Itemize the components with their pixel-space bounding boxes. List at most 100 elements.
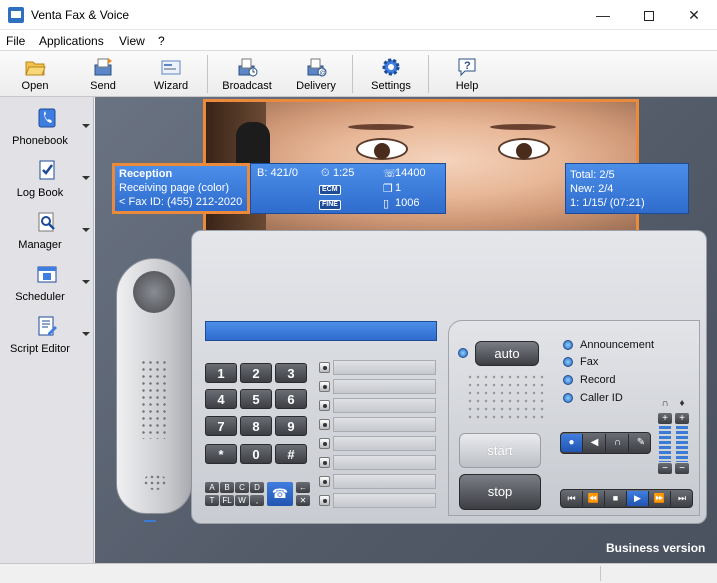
stop-button[interactable]: stop <box>459 474 541 510</box>
key-2[interactable]: 2 <box>240 363 272 383</box>
new-messages: New: 2/4 <box>570 183 614 195</box>
fax-led[interactable] <box>563 357 573 367</box>
dial-phone-button[interactable]: ☎ <box>267 482 293 506</box>
fkey-a[interactable]: A <box>205 482 219 493</box>
record-label: Record <box>580 374 616 386</box>
menu-applications[interactable]: Applications <box>39 34 104 48</box>
speaker-volume-up[interactable]: + <box>658 413 672 424</box>
memory-slot-row <box>319 492 437 509</box>
caller-id-label: Caller ID <box>580 392 623 404</box>
memory-button[interactable] <box>319 400 330 411</box>
gear-icon <box>380 56 402 78</box>
skip-back-button[interactable]: ⏮ <box>561 491 583 506</box>
memory-button[interactable] <box>319 476 330 487</box>
wizard-button[interactable]: Wizard <box>148 53 194 95</box>
fkey-d[interactable]: D <box>250 482 264 493</box>
headset-button[interactable]: ∩ <box>607 434 629 452</box>
chevron-down-icon[interactable] <box>82 280 90 284</box>
rewind-button[interactable]: ⏪ <box>583 491 605 506</box>
memory-button[interactable] <box>319 419 330 430</box>
chevron-down-icon[interactable] <box>82 332 90 336</box>
key-4[interactable]: 4 <box>205 389 237 409</box>
play-button[interactable]: ▶ <box>627 491 649 506</box>
key-3[interactable]: 3 <box>275 363 307 383</box>
fast-forward-button[interactable]: ⏩ <box>649 491 671 506</box>
open-button[interactable]: Open <box>12 53 58 95</box>
memory-slot[interactable] <box>333 493 436 508</box>
menu-view[interactable]: View <box>119 34 145 48</box>
help-button[interactable]: ? Help <box>446 53 488 95</box>
menu-help[interactable]: ? <box>158 34 165 48</box>
mute-mic-button[interactable]: ✎ <box>630 434 652 452</box>
memory-slot[interactable] <box>333 455 436 470</box>
key-1[interactable]: 1 <box>205 363 237 383</box>
clear-button[interactable]: ✕ <box>296 495 310 506</box>
toolbar-separator <box>207 55 208 93</box>
auto-button[interactable]: auto <box>475 341 539 366</box>
key-7[interactable]: 7 <box>205 416 237 436</box>
handset[interactable] <box>116 258 192 523</box>
speaker-volume-down[interactable]: − <box>658 463 672 474</box>
start-button[interactable]: start <box>459 433 541 468</box>
send-button[interactable]: Send <box>80 53 126 95</box>
scheduler-calendar-icon <box>36 263 58 285</box>
delivery-button[interactable]: @ Delivery <box>292 53 340 95</box>
stop-playback-button[interactable]: ■ <box>605 491 627 506</box>
settings-button[interactable]: Settings <box>366 53 416 95</box>
minimize-button[interactable]: — <box>580 0 626 30</box>
memory-slot[interactable] <box>333 417 436 432</box>
speaker-button[interactable]: ◀ <box>584 434 606 452</box>
caller-id-led[interactable] <box>563 393 573 403</box>
key-5[interactable]: 5 <box>240 389 272 409</box>
fkey-comma[interactable]: , <box>250 495 264 506</box>
fkey-t[interactable]: T <box>205 495 219 506</box>
key-6[interactable]: 6 <box>275 389 307 409</box>
chevron-down-icon[interactable] <box>82 228 90 232</box>
fkey-b[interactable]: B <box>220 482 234 493</box>
sidebar-item-script-editor[interactable]: Script Editor <box>0 307 94 359</box>
memory-button[interactable] <box>319 495 330 506</box>
maximize-icon <box>644 11 654 22</box>
chevron-down-icon[interactable] <box>82 176 90 180</box>
fkey-w[interactable]: W <box>235 495 249 506</box>
number-entry-display[interactable] <box>205 321 437 341</box>
sidebar-item-scheduler[interactable]: Scheduler <box>0 255 94 307</box>
memory-button[interactable] <box>319 457 330 468</box>
record-led[interactable] <box>563 375 573 385</box>
handset-body[interactable] <box>116 258 192 514</box>
key-star[interactable]: * <box>205 444 237 464</box>
skip-forward-button[interactable]: ⏭ <box>671 491 693 506</box>
memory-button[interactable] <box>319 438 330 449</box>
status-divider <box>600 566 601 581</box>
memory-slot[interactable] <box>333 360 436 375</box>
memory-button[interactable] <box>319 381 330 392</box>
close-button[interactable]: ✕ <box>671 0 717 30</box>
backspace-button[interactable]: ← <box>296 482 310 493</box>
record-dot-button[interactable]: ● <box>561 434 583 452</box>
memory-button[interactable] <box>319 362 330 373</box>
fkey-c[interactable]: C <box>235 482 249 493</box>
memory-slot[interactable] <box>333 474 436 489</box>
key-hash[interactable]: # <box>275 444 307 464</box>
script-editor-icon <box>36 315 58 337</box>
toolbar-separator <box>428 55 429 93</box>
chevron-down-icon[interactable] <box>82 124 90 128</box>
memory-slot[interactable] <box>333 398 436 413</box>
key-9[interactable]: 9 <box>275 416 307 436</box>
transfer-display: B: 421/0 ⏲ 1:25 ☏ 14400 ECM ❐ 1 FINE ▯ 1… <box>250 163 446 214</box>
mic-volume-up[interactable]: + <box>675 413 689 424</box>
broadcast-button[interactable]: Broadcast <box>219 53 275 95</box>
key-8[interactable]: 8 <box>240 416 272 436</box>
announcement-led[interactable] <box>563 340 573 350</box>
key-0[interactable]: 0 <box>240 444 272 464</box>
sidebar-label: Scheduler <box>15 291 65 303</box>
sidebar-item-phonebook[interactable]: Phonebook <box>0 99 94 151</box>
sidebar-item-log-book[interactable]: Log Book <box>0 151 94 203</box>
menu-file[interactable]: File <box>6 34 25 48</box>
fkey-fl[interactable]: FL <box>220 495 234 506</box>
memory-slot[interactable] <box>333 379 436 394</box>
maximize-button[interactable] <box>626 0 672 30</box>
memory-slot[interactable] <box>333 436 436 451</box>
sidebar-item-manager[interactable]: Manager <box>0 203 94 255</box>
mic-volume-down[interactable]: − <box>675 463 689 474</box>
